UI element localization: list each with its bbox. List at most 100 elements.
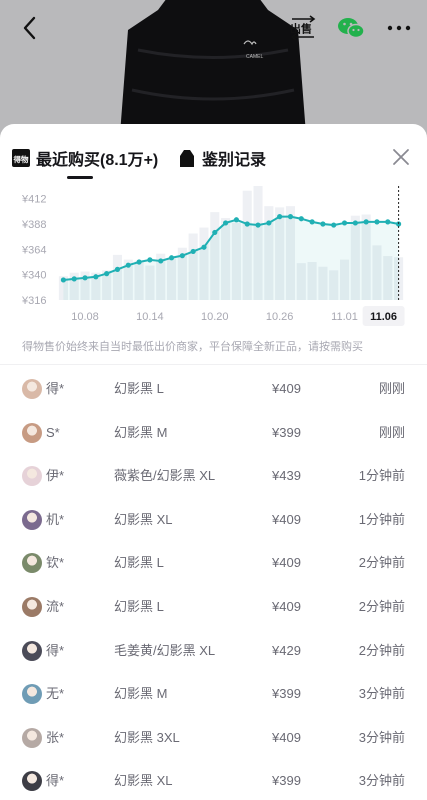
buyer-name: 得*	[46, 642, 65, 658]
price-point	[298, 216, 304, 222]
x-tick-label: 10.08	[71, 311, 99, 323]
product-spec: 毛姜黄/幻影黑 XL	[114, 642, 216, 658]
price-point	[168, 255, 175, 261]
price-point	[190, 248, 196, 255]
buyer-name: 得*	[46, 773, 65, 789]
product-spec: 幻影黑 L	[114, 555, 164, 571]
buyer-avatar	[22, 596, 42, 617]
price-point	[179, 253, 185, 259]
purchase-price: ¥399	[272, 424, 301, 440]
jacket-icon	[178, 149, 196, 167]
purchase-time: 3分钟前	[358, 773, 405, 789]
sell-button[interactable]: 出售	[286, 12, 320, 44]
price-point	[309, 219, 315, 225]
price-point	[244, 221, 250, 227]
close-icon	[393, 149, 409, 165]
purchase-row: 流* 幻影黑 L ¥409 2分钟前	[0, 585, 427, 629]
buyer-avatar	[22, 727, 42, 748]
dewu-logo-icon: 得物	[12, 149, 30, 167]
x-tick-label: 10.14	[136, 311, 164, 323]
price-notice-text: 得物售价始终来自当时最低出价商家，平台保障全新正品，请按需购买	[22, 341, 363, 353]
purchase-time: 1分钟前	[358, 511, 405, 527]
purchase-row: S* 幻影黑 M ¥399 刚刚	[0, 411, 427, 455]
buyer-avatar	[22, 466, 42, 487]
y-tick-label: ¥316	[21, 295, 46, 307]
price-point	[363, 219, 369, 225]
buyer-avatar	[22, 771, 42, 792]
price-point	[93, 274, 99, 280]
y-axis-ticks: ¥316 ¥340 ¥364 ¥388 ¥412	[21, 194, 46, 307]
recent-purchases-sheet: 得物 最近购买(8.1万+) 鉴别记录 ¥316 ¥340 ¥364 ¥388 ¥412…	[0, 124, 427, 800]
purchase-row: 得* 幻影黑 L ¥409 刚刚	[0, 367, 427, 411]
x-tick-label: 11.01	[331, 311, 358, 323]
price-point	[212, 229, 218, 236]
price-point	[71, 276, 77, 282]
tab-recent-purchases[interactable]: 得物 最近购买(8.1万+)	[12, 146, 158, 170]
purchase-row: 钦* 幻影黑 L ¥409 2分钟前	[0, 541, 427, 585]
purchase-time: 刚刚	[378, 424, 405, 440]
tab-authentication-records[interactable]: 鉴别记录	[178, 146, 266, 170]
price-line	[60, 186, 402, 300]
product-spec: 幻影黑 XL	[114, 773, 173, 789]
y-tick-label: ¥412	[21, 194, 46, 206]
product-spec: 幻影黑 XL	[114, 511, 173, 527]
price-point	[147, 257, 153, 263]
price-point	[136, 259, 142, 265]
purchase-price: ¥409	[272, 729, 301, 745]
purchase-time: 3分钟前	[358, 686, 405, 702]
product-spec: 薇紫色/幻影黑 XL	[114, 468, 216, 484]
price-point	[287, 214, 294, 220]
close-button[interactable]	[390, 146, 412, 168]
price-point	[385, 219, 391, 225]
price-point	[277, 214, 283, 220]
purchase-time: 2分钟前	[358, 642, 405, 658]
x-tick-label: 10.20	[201, 311, 229, 323]
price-point	[374, 219, 380, 225]
purchase-price: ¥399	[272, 773, 301, 789]
buyer-name: 流*	[46, 598, 65, 614]
sell-icon: 出售	[290, 15, 316, 41]
purchase-row: 机* 幻影黑 XL ¥409 1分钟前	[0, 498, 427, 542]
purchase-price: ¥439	[272, 468, 301, 484]
product-spec: 幻影黑 M	[114, 424, 168, 440]
sell-icon-text: 出售	[290, 22, 312, 36]
price-point	[233, 217, 240, 223]
divider	[0, 364, 427, 365]
purchase-price: ¥429	[272, 642, 301, 658]
price-trend-chart: ¥316 ¥340 ¥364 ¥388 ¥412 10.08 10.14 10.20 10.2…	[21, 186, 405, 326]
price-point	[222, 220, 229, 226]
more-dots-icon	[387, 25, 411, 31]
purchase-row: 无* 幻影黑 M ¥399 3分钟前	[0, 672, 427, 716]
y-tick-label: ¥388	[21, 219, 46, 231]
price-point	[255, 222, 261, 228]
buyer-name: 钦*	[46, 555, 65, 571]
wechat-icon	[338, 18, 365, 39]
price-point	[60, 277, 67, 283]
top-navigation-bar: 出售	[0, 0, 427, 56]
purchase-row: 张* 幻影黑 3XL ¥409 3分钟前	[0, 716, 427, 760]
x-tick-label: 10.26	[266, 311, 294, 323]
share-wechat-button[interactable]	[334, 12, 368, 44]
back-button[interactable]	[14, 12, 46, 44]
purchase-time: 刚刚	[378, 381, 405, 396]
product-spec: 幻影黑 L	[114, 598, 164, 614]
product-spec: 幻影黑 M	[114, 686, 168, 702]
purchase-price: ¥409	[272, 511, 301, 527]
tab-recent-purchases-label: 最近购买(8.1万+)	[36, 152, 159, 169]
price-point	[158, 258, 164, 264]
buyer-avatar	[22, 640, 42, 661]
price-point	[104, 271, 110, 277]
purchase-time: 2分钟前	[358, 555, 405, 571]
buyer-avatar	[22, 509, 42, 530]
tab-authentication-records-label: 鉴别记录	[202, 152, 267, 169]
more-options-button[interactable]	[384, 12, 414, 44]
x-tick-label-current: 11.06	[370, 311, 397, 323]
purchase-price: ¥409	[272, 381, 301, 396]
buyer-avatar	[22, 684, 42, 705]
purchase-row: 伊* 薇紫色/幻影黑 XL ¥439 1分钟前	[0, 454, 427, 498]
buyer-name: 无*	[46, 686, 65, 702]
buyer-name: S*	[46, 424, 60, 440]
y-tick-label: ¥364	[21, 244, 46, 256]
purchase-time: 1分钟前	[358, 468, 405, 484]
buyer-name: 张*	[46, 729, 65, 745]
